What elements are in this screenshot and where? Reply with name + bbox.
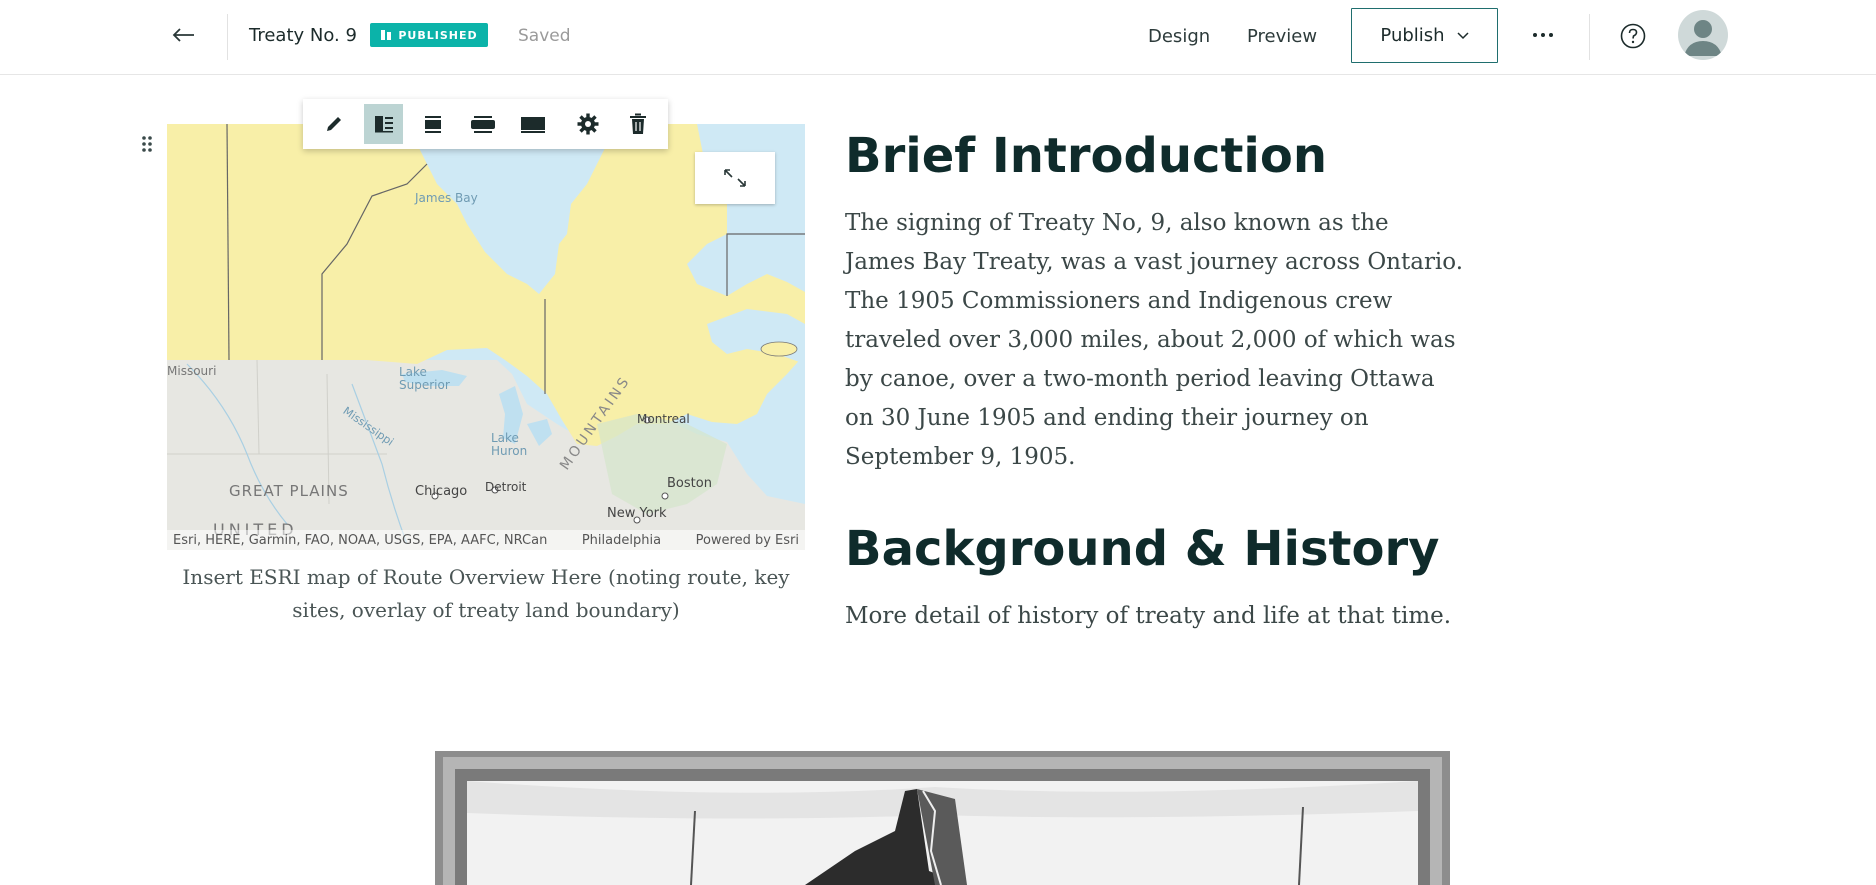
question-circle-icon <box>1620 23 1646 49</box>
ellipsis-icon <box>1533 33 1553 37</box>
expand-arrows-icon <box>724 169 746 187</box>
top-bar: Treaty No. 9 PUBLISHED Saved Design Prev… <box>0 0 1876 75</box>
map-label-montreal: Montreal <box>637 412 690 426</box>
divider <box>227 14 228 60</box>
wide-width-icon <box>471 116 496 133</box>
attribution-city: Philadelphia <box>581 532 662 548</box>
help-button[interactable] <box>1620 23 1646 49</box>
full-width-icon <box>520 117 545 133</box>
avatar[interactable] <box>1678 10 1728 60</box>
pencil-icon <box>326 117 341 131</box>
block-toolbar <box>303 99 668 149</box>
arrow-left-icon <box>172 28 194 42</box>
attribution-text[interactable]: Esri, HERE, Garmin, FAO, NOAA, USGS, EPA… <box>173 533 547 548</box>
user-avatar-icon <box>1684 20 1722 56</box>
standard-width-icon <box>425 116 442 133</box>
map-label-chicago: Chicago <box>415 484 468 499</box>
published-icon <box>381 30 392 40</box>
drag-handle[interactable] <box>140 134 154 154</box>
preview-link[interactable]: Preview <box>1247 26 1317 47</box>
publish-button[interactable]: Publish <box>1351 8 1498 63</box>
map-label-great-plains: GREAT PLAINS <box>229 482 349 500</box>
drag-grip-icon <box>142 136 152 152</box>
float-layout-button[interactable] <box>363 104 404 144</box>
wide-width-button[interactable] <box>463 104 503 144</box>
edit-block-button[interactable] <box>314 104 354 144</box>
story-title[interactable]: Treaty No. 9 <box>249 25 357 46</box>
standard-width-button[interactable] <box>413 104 453 144</box>
map-label-james-bay: James Bay <box>415 191 478 205</box>
back-button[interactable] <box>168 18 198 52</box>
map-label-missouri: Missouri <box>167 364 217 378</box>
expand-map-button[interactable] <box>695 152 775 204</box>
map-label-lake-superior: Lake Superior <box>399 365 450 392</box>
powered-by-esri[interactable]: Powered by Esri <box>696 533 799 548</box>
status-badge: PUBLISHED <box>370 23 488 47</box>
divider <box>1589 14 1590 60</box>
chevron-down-icon <box>1457 31 1469 39</box>
save-status: Saved <box>518 26 571 46</box>
section-heading-brief-introduction[interactable]: Brief Introduction <box>845 128 1327 184</box>
full-width-button[interactable] <box>513 104 553 144</box>
delete-block-button[interactable] <box>618 104 658 144</box>
status-badge-label: PUBLISHED <box>398 28 478 42</box>
map-attribution: Esri, HERE, Garmin, FAO, NOAA, USGS, EPA… <box>167 530 805 550</box>
map-label-boston: Boston <box>667 476 712 491</box>
section-heading-background-history[interactable]: Background & History <box>845 521 1439 577</box>
section-paragraph-brief-introduction[interactable]: The signing of Treaty No, 9, also known … <box>845 204 1465 477</box>
publish-label: Publish <box>1380 25 1445 46</box>
float-layout-icon <box>374 116 393 133</box>
map-label-lake-huron: Lake Huron <box>491 431 528 458</box>
section-paragraph-background-history[interactable]: More detail of history of treaty and lif… <box>845 597 1465 636</box>
more-options-button[interactable] <box>1526 22 1560 48</box>
map-label-new-york: New York <box>607 506 667 521</box>
map-caption[interactable]: Insert ESRI map of Route Overview Here (… <box>167 561 805 627</box>
historic-photo[interactable] <box>435 751 1450 885</box>
design-link[interactable]: Design <box>1148 26 1210 47</box>
historic-photo-image <box>435 751 1450 885</box>
block-settings-button[interactable] <box>569 104 609 144</box>
trash-icon <box>630 113 647 134</box>
map-label-detroit: Detroit <box>485 480 527 494</box>
gear-icon <box>577 113 599 135</box>
